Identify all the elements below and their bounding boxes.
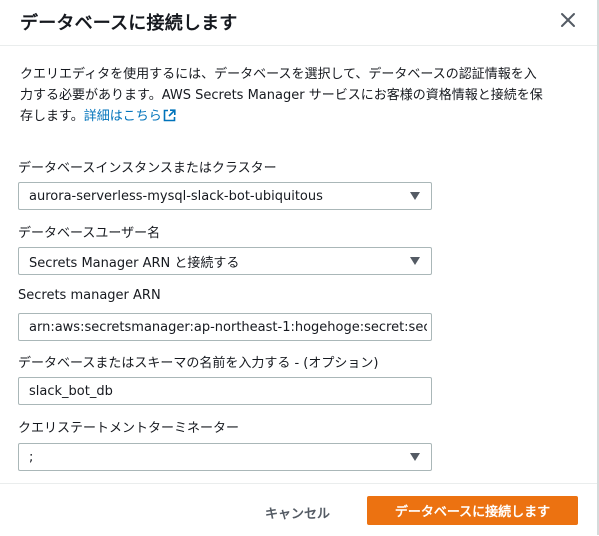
user-select-value: Secrets Manager ARN と接続する [29, 255, 240, 271]
schema-input-value: slack_bot_db [29, 383, 113, 399]
description-line-1: クエリエディタを使用するには、データベースを選択して、データベースの認証情報を入 [20, 67, 537, 82]
arn-input-value: arn:aws:secretsmanager:ap-northeast-1:ho… [29, 319, 427, 335]
user-select[interactable]: Secrets Manager ARN と接続する [18, 247, 432, 275]
terminator-select-value: ; [29, 449, 34, 465]
caret-down-icon [410, 192, 420, 200]
modal-description: クエリエディタを使用するには、データベースを選択して、データベースの認証情報を入… [20, 64, 580, 127]
close-button[interactable] [557, 9, 579, 31]
external-link-icon [163, 109, 176, 122]
schema-input[interactable]: slack_bot_db [18, 377, 432, 405]
user-label: データベースユーザー名 [18, 226, 161, 241]
cluster-select-value: aurora-serverless-mysql-slack-bot-ubiqui… [29, 188, 323, 204]
close-icon [561, 13, 575, 27]
cluster-select[interactable]: aurora-serverless-mysql-slack-bot-ubiqui… [18, 182, 432, 210]
terminator-select[interactable]: ; [18, 443, 432, 471]
cancel-button[interactable]: キャンセル [265, 503, 330, 522]
connect-database-modal: データベースに接続します クエリエディタを使用するには、データベースを選択して、… [0, 0, 599, 535]
arn-input[interactable]: arn:aws:secretsmanager:ap-northeast-1:ho… [18, 313, 432, 341]
description-line-3: 存します。詳細はこちら [20, 106, 580, 127]
caret-down-icon [410, 257, 420, 265]
description-line-2: 力する必要があります。AWS Secrets Manager サービスにお客様の… [20, 88, 543, 103]
schema-label: データベースまたはスキーマの名前を入力する - (オプション) [18, 356, 379, 371]
learn-more-link[interactable]: 詳細はこちら [84, 109, 176, 124]
connect-database-button-label: データベースに接続します [394, 505, 551, 520]
caret-down-icon [410, 453, 420, 461]
modal-header: データベースに接続します [0, 0, 597, 46]
arn-label: Secrets manager ARN [18, 288, 161, 303]
terminator-label: クエリステートメントターミネーター [18, 421, 240, 436]
modal-title: データベースに接続します [20, 13, 238, 34]
connect-database-button[interactable]: データベースに接続します [367, 496, 578, 525]
learn-more-link-label: 詳細はこちら [83, 109, 162, 124]
description-line-3-text: 存します。 [20, 109, 84, 124]
cluster-label: データベースインスタンスまたはクラスター [18, 161, 277, 176]
